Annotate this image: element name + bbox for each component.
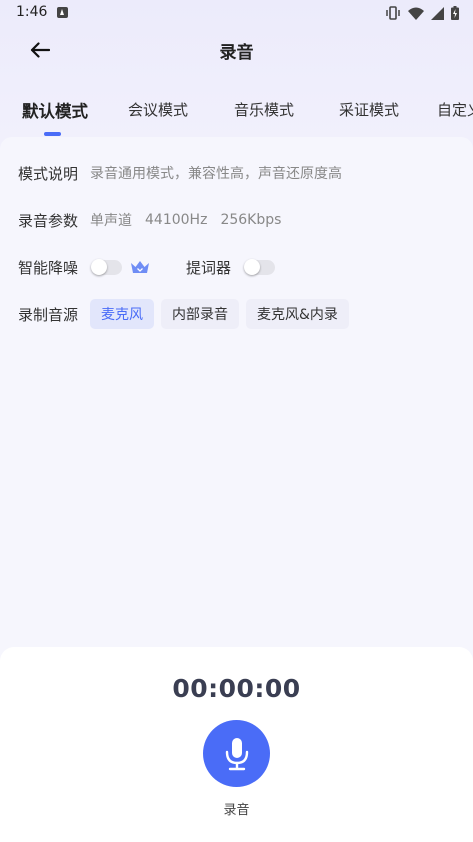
- prompter-toggle[interactable]: [244, 258, 276, 275]
- recording-timer: 00:00:00: [172, 674, 301, 703]
- source-option-internal[interactable]: 内部录音: [161, 299, 240, 329]
- source-option-mic-and-internal[interactable]: 麦克风&内录: [246, 299, 349, 329]
- active-tab-indicator: [44, 132, 61, 136]
- noise-reduction-label: 智能降噪: [18, 258, 79, 277]
- wifi-icon: [408, 7, 424, 20]
- crown-icon: [131, 261, 150, 273]
- tab-music-mode[interactable]: 音乐模式: [234, 99, 294, 120]
- mode-description-row: 模式说明 录音通用模式，兼容性高，声音还原度高: [18, 159, 342, 187]
- sample-rate-value: 44100Hz: [145, 212, 208, 228]
- status-icons: [385, 5, 459, 21]
- tab-meeting-mode[interactable]: 会议模式: [128, 99, 188, 120]
- channel-value: 单声道: [90, 213, 133, 229]
- signal-icon: [431, 6, 444, 20]
- mode-description-text: 录音通用模式，兼容性高，声音还原度高: [90, 166, 343, 182]
- settings-panel: 模式说明 录音通用模式，兼容性高，声音还原度高 录音参数 单声道 44100Hz…: [0, 137, 473, 657]
- battery-icon: [451, 6, 459, 20]
- vibrate-icon: [386, 6, 400, 20]
- recorder-panel: 00:00:00 录音: [0, 647, 473, 842]
- mode-description-label: 模式说明: [18, 164, 79, 183]
- status-time: 1:46: [16, 4, 48, 20]
- mode-tabs: 默认模式 会议模式 音乐模式 采证模式 自定义: [0, 94, 473, 138]
- bitrate-value: 256Kbps: [220, 212, 282, 228]
- source-option-microphone[interactable]: 麦克风: [90, 299, 155, 329]
- page-title: 录音: [219, 43, 254, 63]
- status-bar: 1:46: [0, 0, 473, 26]
- record-params-row: 录音参数 单声道 44100Hz 256Kbps: [18, 206, 294, 234]
- prompter-label: 提词器: [186, 258, 232, 277]
- source-row: 录制音源 麦克风 内部录音 麦克风&内录: [18, 299, 356, 329]
- noise-reduction-toggle[interactable]: [91, 258, 123, 275]
- record-button[interactable]: [203, 720, 270, 787]
- tab-default-mode[interactable]: 默认模式: [22, 98, 88, 122]
- toggles-row: 智能降噪 提词器: [18, 253, 276, 281]
- record-params-label: 录音参数: [18, 211, 79, 230]
- microphone-icon: [225, 737, 248, 770]
- notification-icon: [57, 7, 68, 18]
- app-header: 录音: [0, 28, 473, 72]
- record-button-label: 录音: [223, 803, 250, 818]
- tab-evidence-mode[interactable]: 采证模式: [339, 99, 399, 120]
- source-label: 录制音源: [18, 305, 79, 324]
- tab-custom-mode[interactable]: 自定义: [437, 99, 473, 120]
